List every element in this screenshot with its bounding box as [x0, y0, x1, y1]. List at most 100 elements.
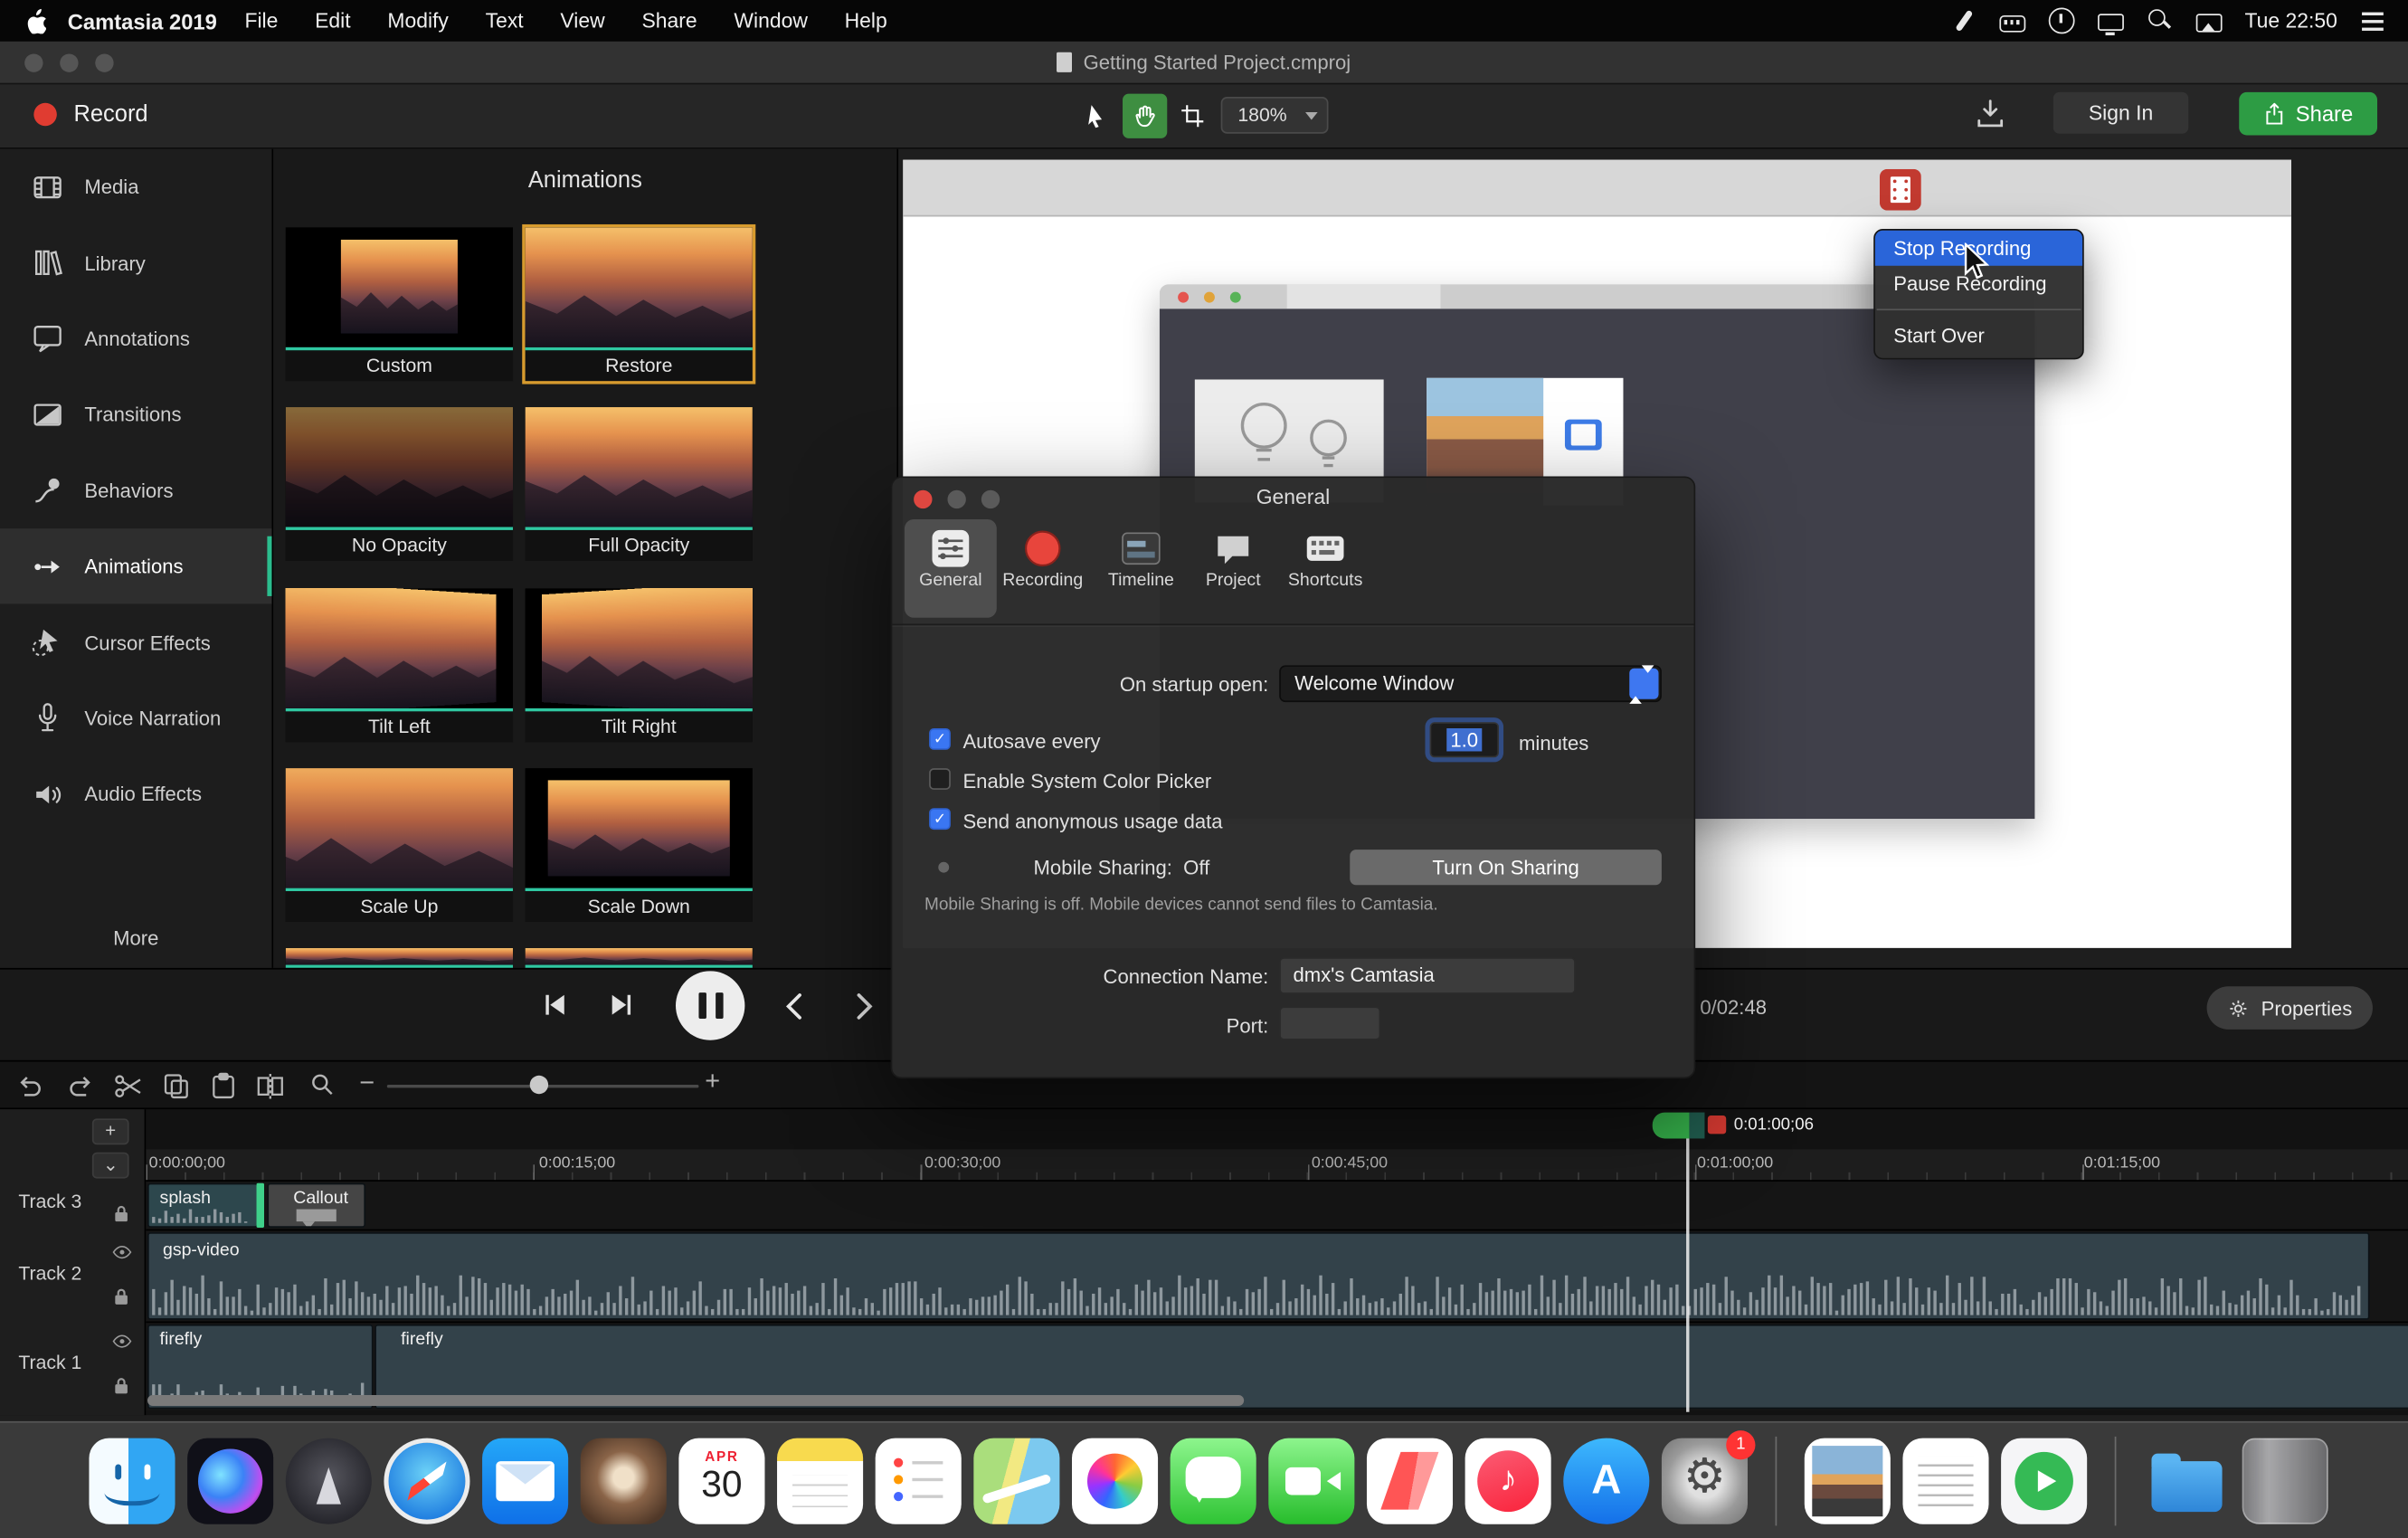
animation-tile-tilt-right[interactable]: Tilt Right	[526, 588, 753, 742]
track-2-lock-icon[interactable]	[114, 1287, 129, 1305]
crop-tool-button[interactable]	[1171, 94, 1215, 138]
menu-file[interactable]: File	[226, 9, 297, 32]
keyboard-status-icon[interactable]	[1999, 14, 2025, 32]
menu-bar-clock[interactable]: Tue 22:50	[2245, 9, 2337, 32]
animation-tile-full-opacity[interactable]: Full Opacity	[526, 407, 753, 561]
track-2-visibility-icon[interactable]	[112, 1245, 132, 1260]
display-status-icon[interactable]	[2098, 14, 2124, 31]
sidebar-item-audio-effects[interactable]: Audio Effects	[0, 756, 271, 832]
tab-general[interactable]: General	[905, 519, 997, 618]
color-picker-checkbox[interactable]	[929, 768, 951, 790]
dock-text-document-icon[interactable]	[1902, 1438, 1988, 1524]
menu-window[interactable]: Window	[716, 9, 826, 32]
jump-forward-button[interactable]	[846, 990, 879, 1023]
sidebar-item-animations[interactable]: Animations	[0, 528, 271, 604]
tab-recording[interactable]: Recording	[997, 519, 1089, 618]
track-1-lock-icon[interactable]	[114, 1377, 129, 1395]
clock-status-icon[interactable]	[2048, 7, 2074, 33]
dock-facetime-icon[interactable]	[1268, 1438, 1354, 1524]
dock-camtasia-icon[interactable]	[2001, 1438, 2087, 1524]
dock-reminders-icon[interactable]	[876, 1438, 962, 1524]
add-track-button[interactable]: +	[92, 1118, 129, 1144]
sidebar-item-media[interactable]: Media	[0, 149, 271, 225]
zoom-level-dropdown[interactable]: 180%	[1221, 97, 1329, 134]
notification-center-icon[interactable]	[2360, 7, 2386, 33]
dock-notes-icon[interactable]	[777, 1438, 863, 1524]
zoom-timeline-button[interactable]	[310, 1072, 335, 1097]
redo-button[interactable]	[64, 1072, 95, 1100]
share-button[interactable]: Share	[2239, 92, 2377, 136]
timeline-zoom-slider-handle[interactable]	[530, 1076, 548, 1094]
animation-tile-no-opacity[interactable]: No Opacity	[286, 407, 513, 561]
spotlight-icon[interactable]	[2147, 7, 2173, 33]
menu-help[interactable]: Help	[826, 9, 905, 32]
playhead-line[interactable]	[1686, 1138, 1689, 1411]
animation-tile-scale-down[interactable]: Scale Down	[526, 768, 753, 922]
clip-transition-handle[interactable]	[257, 1183, 264, 1228]
zoom-in-button[interactable]: +	[705, 1067, 720, 1097]
dock-system-preferences-icon[interactable]: 1	[1662, 1438, 1748, 1524]
tab-project[interactable]: Project	[1187, 519, 1279, 618]
track-1-visibility-icon[interactable]	[112, 1334, 132, 1349]
sidebar-item-voice-narration[interactable]: Voice Narration	[0, 680, 271, 756]
pan-tool-button[interactable]	[1123, 94, 1167, 138]
zoom-out-button[interactable]: −	[359, 1068, 374, 1098]
properties-button[interactable]: Properties	[2207, 986, 2373, 1030]
sidebar-item-behaviors[interactable]: Behaviors	[0, 452, 271, 528]
animation-tile-tilt-left[interactable]: Tilt Left	[286, 588, 513, 742]
clip-callout[interactable]: Callout	[267, 1183, 365, 1228]
record-button[interactable]: Record	[73, 101, 147, 128]
timeline-ruler[interactable]: 0:00:00;00 0:00:15;00 0:00:30;00 0:00:45…	[146, 1149, 2408, 1182]
cut-button[interactable]	[114, 1072, 143, 1100]
dock-photo-booth-icon[interactable]	[581, 1438, 667, 1524]
dock-siri-icon[interactable]	[187, 1438, 273, 1524]
recording-file-icon[interactable]	[1880, 169, 1921, 211]
brush-status-icon[interactable]	[1950, 7, 1977, 33]
sidebar-item-annotations[interactable]: Annotations	[0, 300, 271, 376]
previous-frame-button[interactable]	[536, 988, 573, 1021]
port-field[interactable]	[1279, 1006, 1380, 1040]
timeline-horizontal-scrollbar[interactable]	[147, 1395, 1244, 1406]
turn-on-sharing-button[interactable]: Turn On Sharing	[1350, 850, 1662, 885]
export-button[interactable]	[1974, 95, 2007, 132]
clip-gsp-video[interactable]: gsp-video	[147, 1232, 2370, 1320]
pause-button[interactable]	[676, 971, 744, 1040]
playhead-out-handle[interactable]	[1708, 1116, 1726, 1134]
undo-button[interactable]	[15, 1072, 46, 1100]
menu-edit[interactable]: Edit	[297, 9, 369, 32]
animation-tile-restore[interactable]: Restore	[526, 227, 753, 381]
menu-item-start-over[interactable]: Start Over	[1875, 318, 2082, 354]
dock-safari-icon[interactable]	[384, 1438, 469, 1524]
tab-shortcuts[interactable]: Shortcuts	[1279, 519, 1371, 618]
dock-maps-icon[interactable]	[973, 1438, 1059, 1524]
dock-photos-icon[interactable]	[1072, 1438, 1158, 1524]
dock-music-icon[interactable]	[1465, 1438, 1551, 1524]
dock-downloads-folder-icon[interactable]	[2144, 1438, 2230, 1524]
split-button[interactable]	[257, 1072, 285, 1100]
menu-share[interactable]: Share	[623, 9, 716, 32]
sidebar-more-button[interactable]: More	[0, 926, 271, 949]
apple-menu-icon[interactable]	[24, 7, 46, 33]
animation-tile-partial[interactable]	[286, 948, 513, 968]
autosave-checkbox[interactable]: ✓	[929, 728, 951, 750]
sign-in-button[interactable]: Sign In	[2053, 92, 2188, 134]
clip-splash[interactable]: splash	[147, 1183, 258, 1228]
menu-view[interactable]: View	[542, 9, 623, 32]
dock-finder-icon[interactable]	[89, 1438, 175, 1524]
jump-back-button[interactable]	[779, 990, 812, 1023]
dock-calendar-icon[interactable]: APR 30	[678, 1438, 764, 1524]
sidebar-item-cursor-effects[interactable]: Cursor Effects	[0, 604, 271, 680]
sidebar-item-transitions[interactable]: Transitions	[0, 376, 271, 452]
paste-button[interactable]	[211, 1072, 237, 1100]
animation-tile-scale-up[interactable]: Scale Up	[286, 768, 513, 922]
animation-tile-partial[interactable]	[526, 948, 753, 968]
copy-button[interactable]	[163, 1072, 191, 1100]
connection-name-field[interactable]: dmx's Camtasia	[1279, 957, 1576, 994]
animation-tile-custom[interactable]: Custom	[286, 227, 513, 381]
menu-modify[interactable]: Modify	[369, 9, 467, 32]
autosave-minutes-field[interactable]: 1.0	[1430, 722, 1499, 757]
sidebar-item-library[interactable]: Library	[0, 225, 271, 301]
startup-open-dropdown[interactable]: Welcome Window	[1279, 665, 1662, 702]
dock-mail-icon[interactable]	[482, 1438, 568, 1524]
app-menu-title[interactable]: Camtasia 2019	[68, 8, 217, 33]
